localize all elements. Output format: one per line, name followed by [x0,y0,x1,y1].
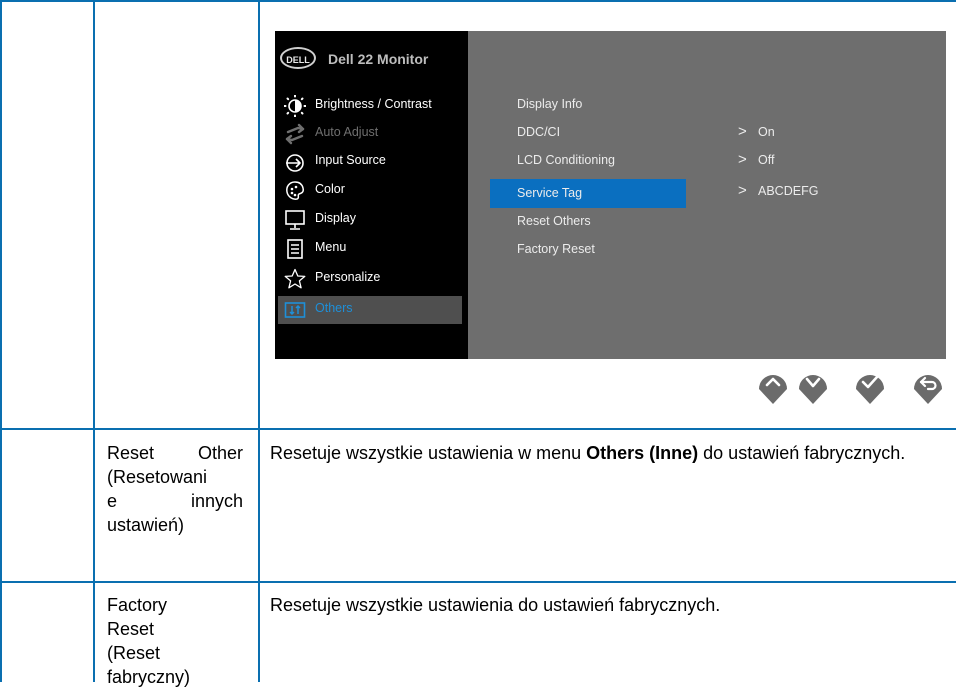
name-line: (Reset [107,643,161,663]
menu-item-input-source[interactable]: Input Source [278,148,462,176]
auto-adjust-icon [285,123,305,145]
value-text: ABCDEFG [758,184,819,198]
table-border-left [0,0,2,682]
menu-label: Others [315,301,353,315]
row-divider-1 [0,428,956,430]
osd-menu: DELL Dell 22 Monitor Brightness / Contra… [275,31,946,359]
value-text: On [758,125,775,139]
down-icon[interactable] [796,367,830,405]
submenu-reset-others[interactable]: Reset Others [517,214,591,228]
table-border-top [0,0,956,2]
chevron-right-icon: > [738,151,747,168]
column-divider-1 [93,0,95,682]
back-icon[interactable] [911,367,945,405]
name-line: ustawień) [107,515,185,535]
color-icon [286,181,304,200]
chevron-right-icon: > [738,182,747,199]
menu-icon [287,239,303,259]
setting-description-factory-reset: Resetuje wszystkie ustawienia do ustawie… [270,595,721,615]
submenu-lcd-conditioning[interactable]: LCD Conditioning [517,153,615,167]
ddc-ci-value: > On [738,123,775,140]
menu-item-display[interactable]: Display [278,206,462,234]
osd-title: Dell 22 Monitor [328,51,429,67]
display-icon [285,210,305,230]
submenu-display-info[interactable]: Display Info [517,97,582,111]
menu-item-auto-adjust[interactable]: Auto Adjust [278,120,462,148]
name-line: (Resetowani [107,467,208,487]
chevron-right-icon: > [738,123,747,140]
setting-description-reset-other: Resetuje wszystkie ustawienia w menu Oth… [270,441,946,465]
name-line: Factory [107,595,168,615]
menu-label: Personalize [315,270,381,284]
description-text: do ustawień fabrycznych. [698,443,906,463]
submenu-factory-reset[interactable]: Factory Reset [517,242,595,256]
name-line: Reset Other [107,443,243,463]
menu-label: Menu [315,240,347,254]
menu-label: Brightness / Contrast [315,97,432,111]
menu-item-color[interactable]: Color [278,177,462,205]
menu-item-personalize[interactable]: Personalize [278,265,462,293]
check-icon[interactable] [853,367,887,405]
menu-label: Display [315,211,356,225]
setting-name-factory-reset: Factory Reset (Reset fabryczny) [107,593,243,689]
menu-label: Input Source [315,153,386,167]
menu-item-menu[interactable]: Menu [278,235,462,263]
menu-label: Color [315,182,345,196]
menu-item-others[interactable]: Others [278,296,462,324]
description-bold-text: Others (Inne) [586,443,699,463]
column-divider-2 [258,0,260,682]
submenu-ddc-ci[interactable]: DDC/CI [517,125,560,139]
brightness-icon [284,95,306,117]
input-source-icon [286,154,304,172]
setting-name-reset-other: Reset Other (Resetowani e innych ustawie… [107,441,243,537]
service-tag-value: > ABCDEFG [738,182,818,199]
up-icon[interactable] [756,367,790,405]
name-line: Reset [107,619,155,639]
value-text: Off [758,153,775,167]
menu-item-brightness-contrast[interactable]: Brightness / Contrast [278,92,462,120]
star-icon [284,268,306,289]
menu-label: Auto Adjust [315,125,379,139]
row-divider-2 [0,581,956,583]
others-icon [284,302,306,318]
name-line: fabryczny) [107,667,191,687]
description-text: Resetuje wszystkie ustawienia w menu [270,443,587,463]
submenu-service-tag[interactable]: Service Tag [517,186,582,200]
name-line: e innych [107,491,243,511]
dell-logo: DELL [280,47,316,69]
lcd-conditioning-value: > Off [738,151,774,168]
